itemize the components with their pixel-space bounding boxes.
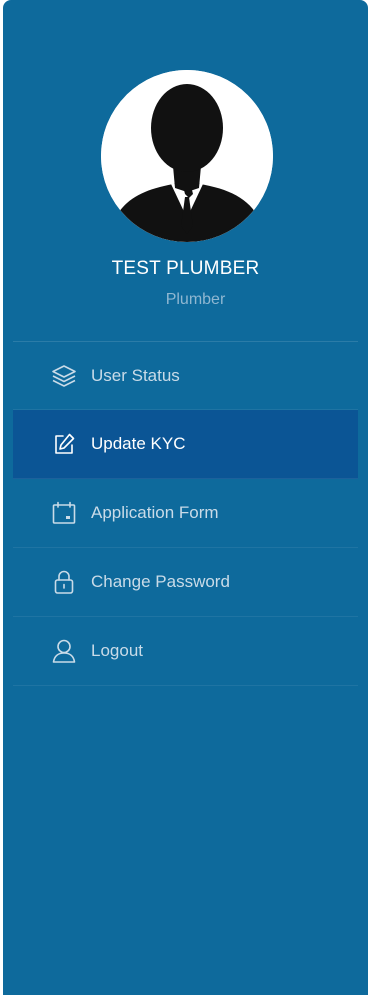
sidebar-menu: User Status Update KYC Application Form … bbox=[13, 342, 358, 686]
menu-item-change-password[interactable]: Change Password bbox=[13, 548, 358, 617]
menu-label: Update KYC bbox=[91, 434, 186, 453]
menu-label: Change Password bbox=[91, 572, 230, 591]
user-silhouette-icon bbox=[101, 70, 273, 242]
user-icon bbox=[51, 638, 77, 664]
avatar[interactable] bbox=[101, 70, 273, 242]
edit-icon bbox=[51, 431, 77, 457]
sidebar: TEST PLUMBER Plumber User Status Update … bbox=[3, 0, 368, 995]
layers-icon bbox=[51, 363, 77, 389]
profile-section: TEST PLUMBER Plumber bbox=[13, 0, 358, 342]
menu-label: User Status bbox=[91, 365, 180, 385]
menu-label: Application Form bbox=[91, 503, 219, 522]
menu-item-logout[interactable]: Logout bbox=[13, 617, 358, 686]
menu-item-update-kyc[interactable]: Update KYC bbox=[13, 410, 358, 479]
profile-role: Plumber bbox=[165, 291, 226, 308]
menu-item-user-status[interactable]: User Status bbox=[13, 342, 358, 410]
calendar-icon bbox=[51, 500, 77, 526]
menu-item-application-form[interactable]: Application Form bbox=[13, 479, 358, 548]
lock-icon bbox=[51, 569, 77, 595]
profile-name: TEST PLUMBER bbox=[111, 258, 260, 279]
menu-label: Logout bbox=[91, 641, 143, 660]
